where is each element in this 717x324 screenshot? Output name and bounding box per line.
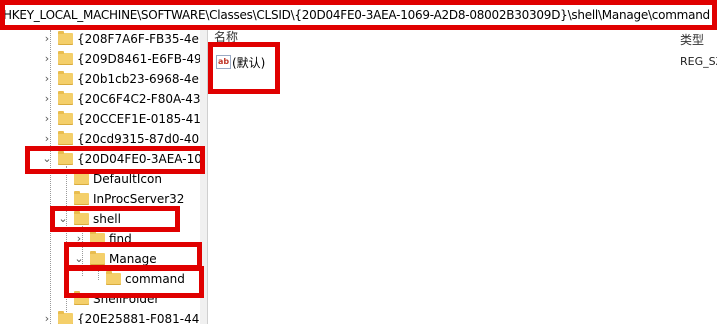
folder-icon xyxy=(58,111,73,125)
folder-icon xyxy=(58,31,73,45)
tree-item[interactable]: › {20b1cb23-6968-4e xyxy=(0,70,207,90)
chevron-right-icon[interactable]: › xyxy=(41,33,53,45)
highlight-box xyxy=(25,146,205,174)
tree-item[interactable]: › {20E25881-F081-44 xyxy=(0,310,207,324)
folder-icon xyxy=(74,171,89,185)
value-type: REG_SZ xyxy=(680,55,717,68)
chevron-right-icon[interactable]: › xyxy=(41,113,53,125)
chevron-right-icon[interactable]: › xyxy=(41,53,53,65)
tree-item[interactable]: › {208F7A6F-FB35-4e xyxy=(0,30,207,50)
address-bar-path: HKEY_LOCAL_MACHINE\SOFTWARE\Classes\CLSI… xyxy=(3,8,710,22)
folder-icon xyxy=(58,51,73,65)
highlight-box xyxy=(50,206,180,232)
folder-icon xyxy=(74,191,89,205)
highlight-box xyxy=(64,266,204,298)
column-header-type[interactable]: 类型 xyxy=(680,31,704,48)
highlight-box xyxy=(208,42,280,94)
folder-icon xyxy=(58,311,73,324)
tree-item[interactable]: › {20CCEF1E-0185-41 xyxy=(0,110,207,130)
chevron-right-icon[interactable]: › xyxy=(41,93,53,105)
chevron-right-icon[interactable]: › xyxy=(41,73,53,85)
folder-icon xyxy=(58,91,73,105)
folder-icon xyxy=(58,71,73,85)
value-row[interactable]: ab (默认) REG_SZ xyxy=(214,52,717,72)
address-bar[interactable]: HKEY_LOCAL_MACHINE\SOFTWARE\Classes\CLSI… xyxy=(0,0,717,30)
chevron-right-icon[interactable]: › xyxy=(41,133,53,145)
chevron-right-icon[interactable]: › xyxy=(41,313,53,324)
registry-tree[interactable]: › {208F7A6F-FB35-4e › {209D8461-E6FB-49 … xyxy=(0,30,207,324)
folder-icon xyxy=(58,131,73,145)
tree-item[interactable]: › {209D8461-E6FB-49 xyxy=(0,50,207,70)
tree-item[interactable]: › {20C6F4C2-F80A-43 xyxy=(0,90,207,110)
